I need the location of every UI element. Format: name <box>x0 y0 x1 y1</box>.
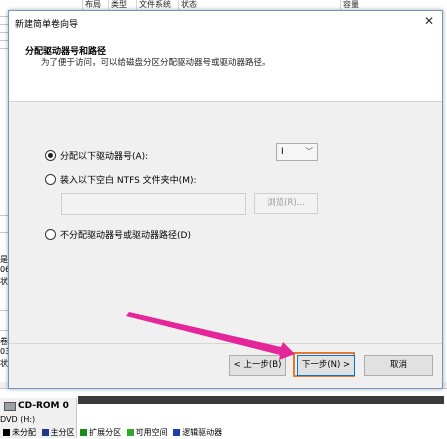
legend-label: 未分配 <box>12 428 36 437</box>
drive-letter-value: I <box>281 147 284 157</box>
row-divider <box>0 215 8 216</box>
legend-label: 扩展分区 <box>89 428 122 437</box>
row-divider <box>0 24 8 25</box>
cdrom-drive-label: DVD (H:) <box>0 415 36 424</box>
column-header-status[interactable]: 状态 <box>178 0 331 10</box>
next-button[interactable]: 下一步(N) > <box>297 355 355 376</box>
dialog-title: 新建简单卷向导 <box>15 20 79 30</box>
footer-separator <box>9 343 442 344</box>
radio-label: 分配以下驱动器号(A): <box>60 151 149 162</box>
legend-swatch <box>41 429 49 436</box>
new-simple-volume-wizard: 新建简单卷向导 ✕ 分配驱动器号和路径 为了便于访问，可以给磁盘分区分配驱动器号… <box>8 10 443 389</box>
disk-label-fragment: 03 <box>0 347 8 356</box>
cancel-button[interactable]: 取消 <box>364 355 433 376</box>
column-header-layout[interactable]: 布局 <box>82 0 101 10</box>
legend-label: 逻辑驱动器 <box>182 428 223 437</box>
legend-label: 主分区 <box>50 428 75 437</box>
column-header-type[interactable]: 类型 <box>108 0 127 10</box>
row-divider <box>0 16 8 17</box>
folder-path-input[interactable] <box>61 193 246 215</box>
browse-button[interactable]: 浏览(R)... <box>254 193 318 214</box>
legend-swatch <box>126 429 134 436</box>
radio-mount-ntfs-folder[interactable]: 装入以下空白 NTFS 文件夹中(M): <box>45 172 197 186</box>
disk-label-fragment: 是 <box>0 255 8 264</box>
legend-swatch <box>173 429 181 436</box>
row-divider <box>0 232 8 233</box>
disk-partition-bar <box>78 396 444 404</box>
radio-button[interactable] <box>45 149 56 161</box>
cdrom-icon <box>4 402 16 411</box>
close-icon[interactable]: ✕ <box>422 14 436 28</box>
disk-label-fragment: 卷 <box>0 337 8 346</box>
disk-label-fragment: 状 <box>0 277 8 286</box>
radio-label: 装入以下空白 NTFS 文件夹中(M): <box>60 175 197 186</box>
disk-label-fragment: 状 <box>0 359 8 368</box>
column-header-capacity[interactable]: 容量 <box>340 0 391 10</box>
disk-legend: 未分配 主分区 扩展分区 可用空间 逻辑驱动器 <box>0 428 222 438</box>
disk-label-fragment: 06 <box>0 265 8 274</box>
radio-label: 不分配驱动器号或驱动器路径(D) <box>60 230 191 241</box>
radio-assign-drive-letter[interactable]: 分配以下驱动器号(A): <box>45 148 148 162</box>
cdrom-label: CD-ROM 0 <box>18 401 69 411</box>
wizard-header: 分配驱动器号和路径 为了便于访问，可以给磁盘分区分配驱动器号或驱动器路径。 <box>9 33 442 102</box>
row-divider <box>0 330 8 331</box>
legend-swatch <box>3 429 10 436</box>
row-divider <box>0 32 8 33</box>
row-divider <box>0 48 8 49</box>
radio-button[interactable] <box>45 173 56 185</box>
row-divider <box>0 310 8 311</box>
dialog-titlebar[interactable]: 新建简单卷向导 ✕ <box>9 11 442 33</box>
row-divider <box>0 40 8 41</box>
radio-button[interactable] <box>45 228 56 240</box>
back-button[interactable]: < 上一步(B) <box>229 355 286 376</box>
drive-letter-dropdown[interactable]: I ﹀ <box>276 143 318 161</box>
step-description: 为了便于访问，可以给磁盘分区分配驱动器号或驱动器路径。 <box>41 58 271 68</box>
legend-label: 可用空间 <box>135 428 168 437</box>
radio-no-drive-letter[interactable]: 不分配驱动器号或驱动器路径(D) <box>45 227 191 241</box>
chevron-down-icon: ﹀ <box>305 147 313 156</box>
legend-swatch <box>80 429 88 436</box>
column-header-filesystem[interactable]: 文件系统 <box>136 0 171 10</box>
